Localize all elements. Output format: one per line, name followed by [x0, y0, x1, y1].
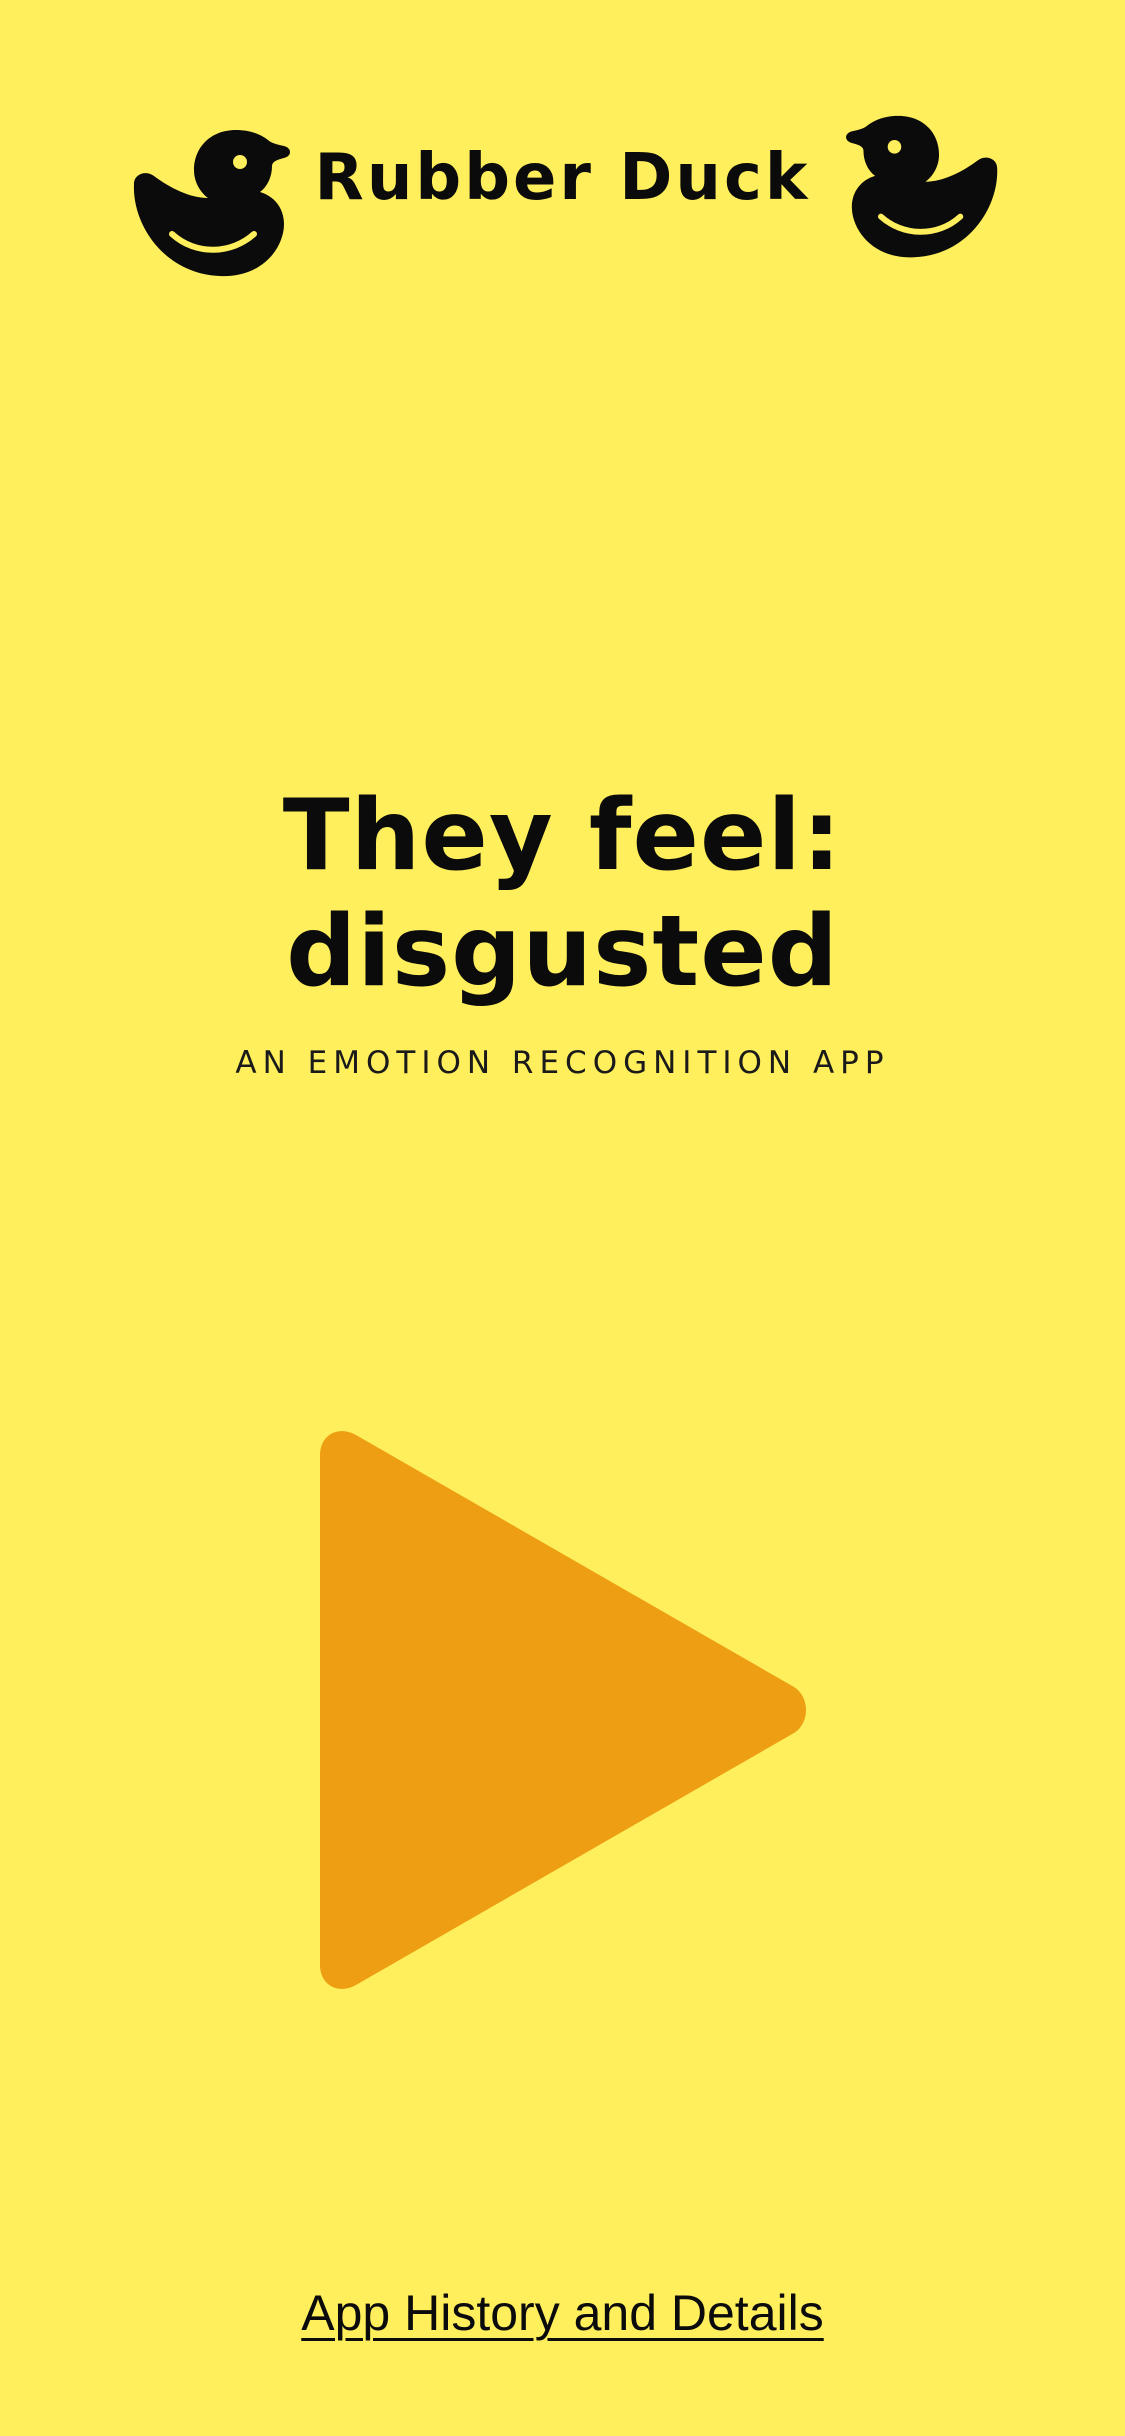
emotion-result: They feel: disgusted [0, 778, 1125, 1010]
app-history-link-label[interactable]: App History and Details [301, 2285, 823, 2341]
emotion-prefix: They feel: [282, 779, 843, 893]
app-tagline: AN EMOTION RECOGNITION APP [235, 1045, 890, 1081]
rubber-duck-icon [124, 124, 294, 284]
app-title: Rubber Duck [314, 141, 811, 215]
app-header: Rubber Duck [0, 100, 1125, 300]
rubber-duck-icon [842, 110, 1007, 265]
play-icon[interactable] [312, 1425, 812, 1995]
app-history-link[interactable]: App History and Details [0, 2288, 1125, 2338]
emotion-value: disgusted [286, 895, 839, 1009]
play-button[interactable] [312, 1425, 812, 1995]
